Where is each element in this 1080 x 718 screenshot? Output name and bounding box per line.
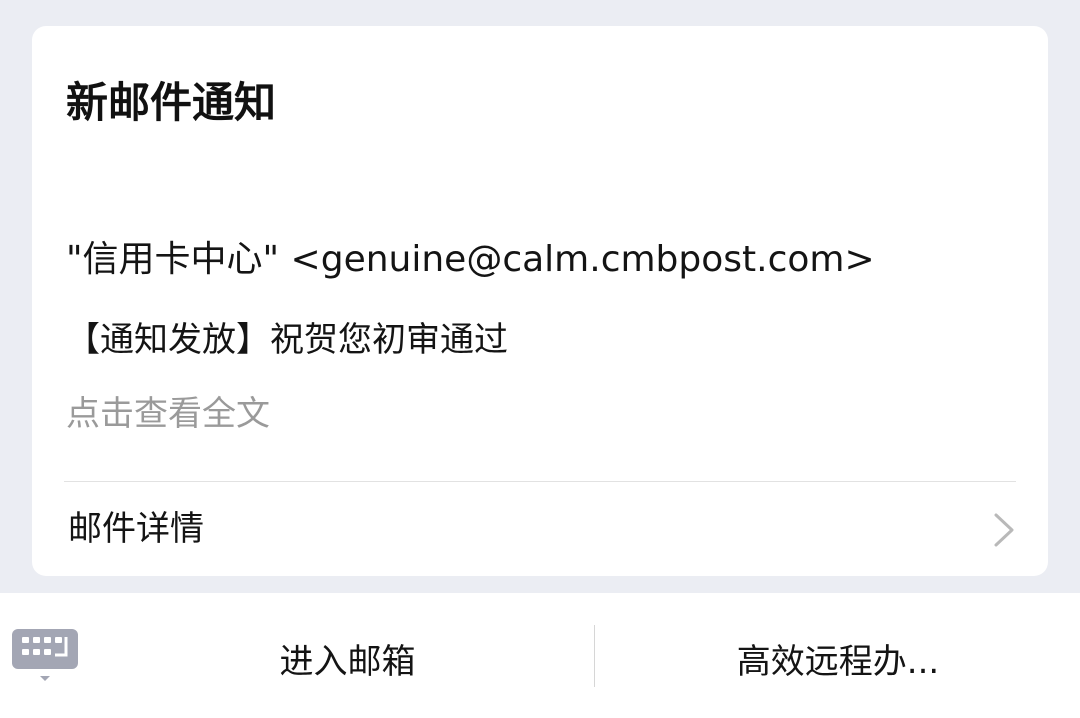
sender-line: "信用卡中心" <genuine@calm.cmbpost.com> — [66, 239, 875, 280]
menu-separator — [594, 625, 595, 687]
keyboard-icon[interactable] — [8, 625, 82, 685]
chevron-right-icon — [994, 513, 1014, 547]
mail-details-label: 邮件详情 — [68, 509, 204, 549]
view-full-text-link[interactable]: 点击查看全文 — [66, 391, 270, 437]
mail-subject: 【通知发放】祝贺您初审通过 — [66, 320, 508, 360]
remote-office-button[interactable]: 高效远程办... — [596, 623, 1080, 693]
bottom-menu-bar: 进入邮箱 高效远程办... — [0, 593, 1080, 718]
mail-notification-card: 新邮件通知 "信用卡中心" <genuine@calm.cmbpost.com>… — [32, 26, 1048, 576]
enter-mailbox-button[interactable]: 进入邮箱 — [100, 623, 595, 693]
mail-details-row[interactable]: 邮件详情 — [32, 482, 1048, 576]
card-title: 新邮件通知 — [66, 78, 277, 127]
